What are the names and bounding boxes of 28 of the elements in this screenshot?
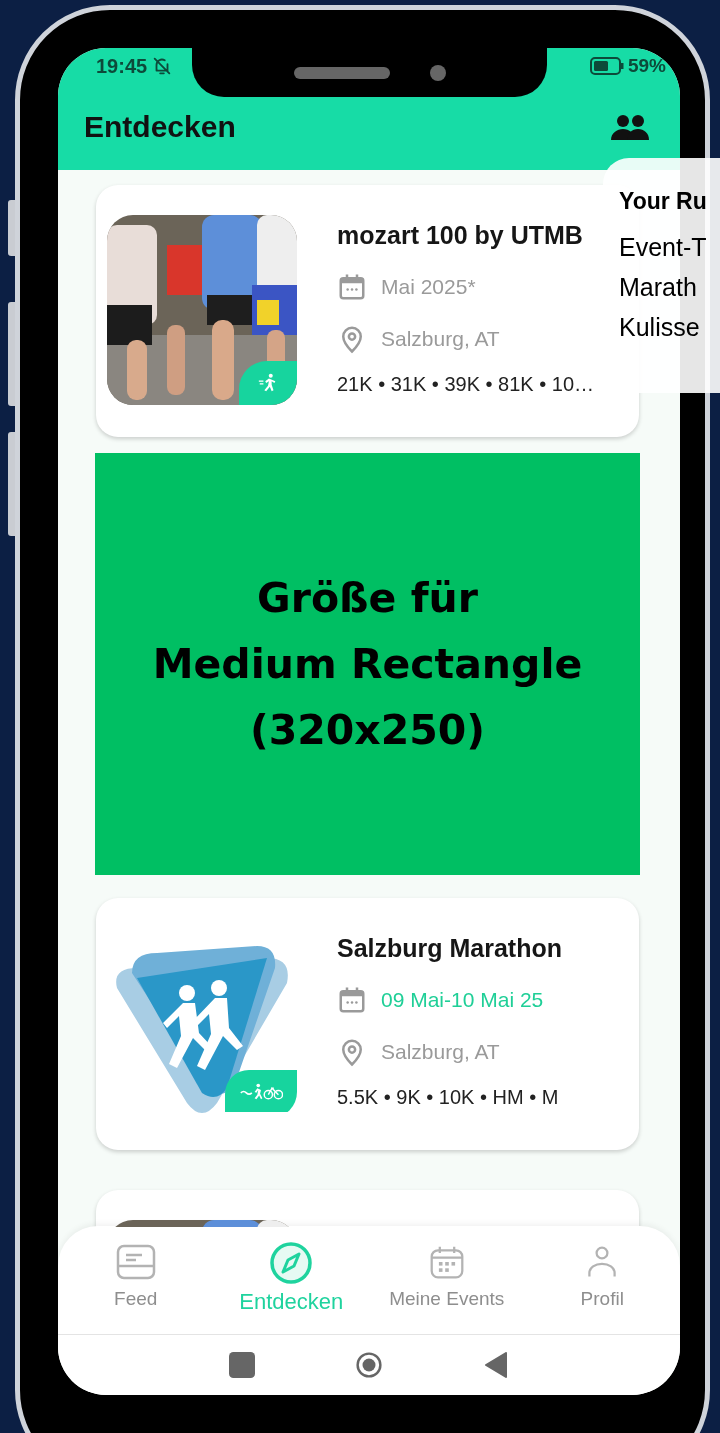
nav-tab[interactable]: Feed xyxy=(58,1226,214,1334)
back-key-icon[interactable] xyxy=(483,1352,510,1378)
screen-title: Entdecken xyxy=(84,110,236,144)
event-date: Mai 2025* xyxy=(381,275,476,299)
event-date: 09 Mai-10 Mai 25 xyxy=(381,988,544,1012)
sport-badge xyxy=(239,361,297,405)
home-key-icon[interactable] xyxy=(356,1352,382,1378)
event-location: Salzburg, AT xyxy=(381,1040,500,1064)
battery-percent: 59% xyxy=(627,55,666,77)
event-title: Salzburg Marathon xyxy=(337,934,562,964)
nav-tab[interactable]: Meine Events xyxy=(369,1226,525,1334)
nav-tab[interactable]: Profil xyxy=(524,1226,680,1334)
feed-icon xyxy=(115,1244,156,1280)
event-card[interactable]: Salzburg Marathon 09 Mai-10 Mai 25 Salzburg, AT 5.5K • 9K • 10K • HM • M xyxy=(96,898,639,1150)
sport-badge xyxy=(225,1070,297,1112)
battery-icon xyxy=(589,57,624,75)
event-location: Salzburg, AT xyxy=(381,327,500,351)
event-distances: 5.5K • 9K • 10K • HM • M xyxy=(337,1086,560,1109)
recents-key-icon[interactable] xyxy=(228,1352,255,1378)
people-icon[interactable] xyxy=(610,113,650,141)
ad-text: Größe für Medium Rectangle (320x250) xyxy=(152,573,583,756)
event-title: mozart 100 by UTMB xyxy=(337,221,584,251)
event-distances: 21K • 31K • 39K • 81K • 10… xyxy=(337,373,595,396)
nav-tab[interactable]: Entdecken xyxy=(213,1226,369,1334)
status-time: 19:45 xyxy=(96,54,148,78)
compass-icon xyxy=(269,1241,314,1285)
calendar-icon xyxy=(337,985,367,1015)
calendar-icon xyxy=(337,272,367,302)
